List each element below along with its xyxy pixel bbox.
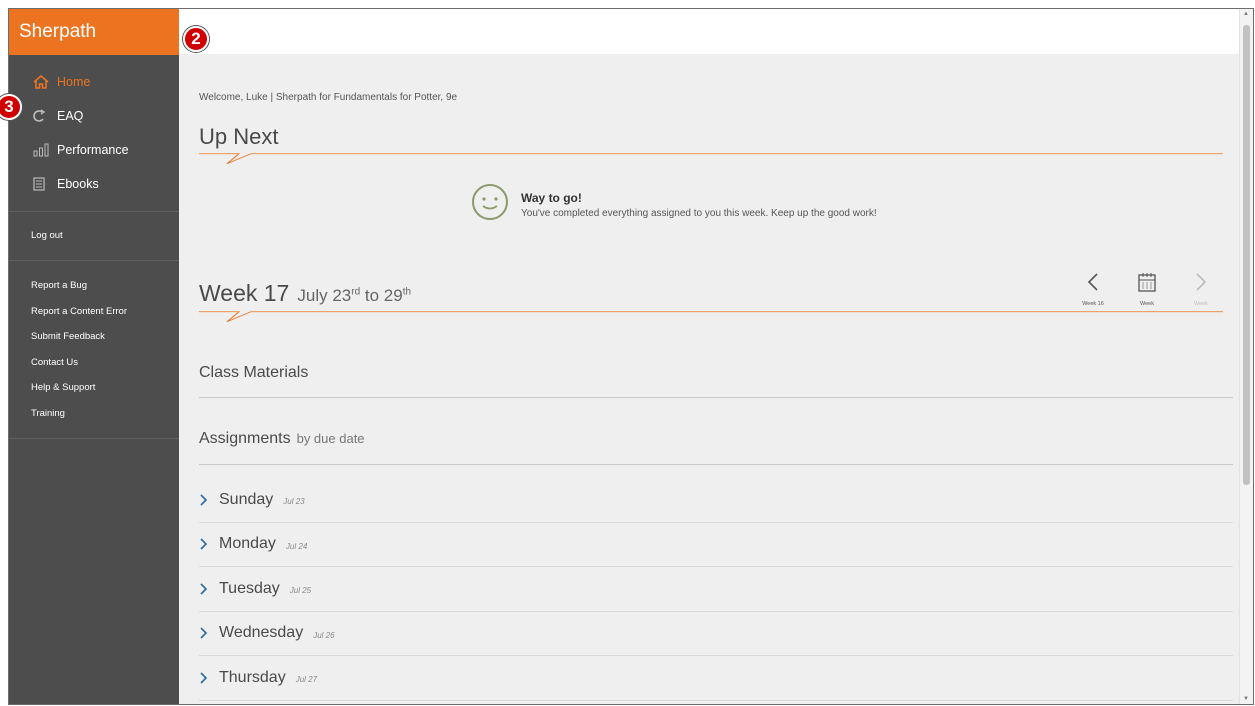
scroll-up-icon[interactable]: ▲ (1243, 11, 1249, 17)
eaq-icon (33, 109, 53, 123)
day-row-thursday[interactable]: Thursday Jul 27 (199, 656, 1233, 701)
week-title: Week 17 July 23rd to 29th (199, 280, 411, 307)
app-frame: Sherpath Home EAQ Performance Ebooks Log… (8, 8, 1254, 705)
week-end-suffix: th (402, 286, 412, 298)
day-row-wednesday[interactable]: Wednesday Jul 26 (199, 612, 1233, 656)
sidebar-item-eaq[interactable]: EAQ (9, 99, 179, 133)
day-name: Sunday (219, 490, 274, 508)
chevron-right-icon (199, 671, 217, 685)
day-date: Jul 25 (289, 586, 312, 596)
day-row-monday[interactable]: Monday Jul 24 (199, 523, 1233, 567)
day-row-sunday[interactable]: Sunday Jul 23 (199, 478, 1233, 523)
assignments-title: Assignments (199, 430, 291, 447)
assignments-header: Assignments by due date (199, 430, 1233, 465)
week-dates: July 23rd to 29th (297, 286, 411, 305)
top-bar (179, 9, 1239, 54)
week-number: Week 17 (199, 280, 290, 306)
callout-badge-2: 2 (183, 26, 209, 52)
chevron-right-icon (199, 493, 217, 507)
class-materials-title: Class Materials (199, 364, 309, 381)
logout-group: Log out (9, 212, 179, 260)
main-content: Welcome, Luke | Sherpath for Fundamental… (179, 9, 1239, 704)
scroll-down-icon[interactable]: ▼ (1243, 696, 1249, 702)
chevron-right-icon (199, 582, 217, 596)
sidebar-item-ebooks[interactable]: Ebooks (9, 167, 179, 201)
sidebar: Sherpath Home EAQ Performance Ebooks Log… (9, 9, 179, 704)
submit-feedback-link[interactable]: Submit Feedback (9, 324, 179, 350)
day-date: Jul 23 (283, 497, 305, 507)
bar-chart-icon (33, 143, 53, 157)
assignments-sort-label: by due date (296, 431, 365, 446)
divider (9, 438, 179, 439)
assignment-day-list: Sunday Jul 23 Monday Jul 24 Tuesday Jul … (199, 478, 1233, 701)
up-next-rule (199, 153, 1223, 164)
chevron-left-icon (1086, 272, 1100, 297)
help-support-link[interactable]: Help & Support (9, 375, 179, 401)
report-bug-link[interactable]: Report a Bug (9, 273, 179, 299)
prev-week-label: Week 16 (1082, 301, 1104, 307)
vertical-scrollbar[interactable]: ▲ ▼ (1239, 9, 1253, 704)
completion-subtext: You've completed everything assigned to … (521, 207, 877, 219)
day-row-tuesday[interactable]: Tuesday Jul 25 (199, 567, 1233, 612)
day-date: Jul 24 (285, 541, 308, 551)
completion-message: Way to go! You've completed everything a… (471, 183, 877, 226)
sidebar-item-label: Ebooks (57, 177, 99, 191)
brand-logo[interactable]: Sherpath (9, 9, 179, 55)
calendar-icon (1138, 272, 1156, 297)
book-icon (33, 177, 53, 191)
report-content-error-link[interactable]: Report a Content Error (9, 299, 179, 325)
next-week-button[interactable]: Week (1185, 272, 1217, 307)
class-materials-header[interactable]: Class Materials (199, 364, 1233, 398)
sidebar-item-label: Home (57, 75, 91, 89)
week-rule (199, 311, 1223, 322)
sidebar-nav: Home EAQ Performance Ebooks (9, 55, 179, 201)
welcome-text: Welcome, Luke | Sherpath for Fundamental… (199, 92, 458, 103)
completion-text: Way to go! You've completed everything a… (521, 191, 877, 219)
day-date: Jul 26 (313, 630, 335, 640)
week-start-suffix: rd (351, 286, 361, 298)
chevron-right-icon (199, 537, 217, 551)
week-end-date: to 29 (360, 286, 403, 305)
chevron-right-icon (1194, 272, 1208, 297)
home-icon (33, 75, 53, 89)
chevron-right-icon (199, 626, 217, 640)
completion-heading: Way to go! (521, 190, 582, 205)
day-name: Monday (219, 535, 276, 553)
sidebar-item-label: EAQ (57, 109, 84, 123)
up-next-title: Up Next (199, 124, 279, 149)
prev-week-button[interactable]: Week 16 (1077, 272, 1109, 307)
week-navigation: Week 16 Week Week (1077, 272, 1217, 307)
sidebar-item-performance[interactable]: Performance (9, 133, 179, 167)
support-links: Report a Bug Report a Content Error Subm… (9, 261, 179, 438)
day-name: Wednesday (219, 624, 304, 642)
next-week-label: Week (1194, 301, 1208, 307)
scroll-thumb[interactable] (1243, 25, 1250, 485)
sidebar-item-label: Performance (57, 143, 129, 157)
week-view-label: Week (1140, 301, 1154, 307)
logout-link[interactable]: Log out (9, 224, 179, 248)
day-name: Tuesday (219, 579, 280, 597)
smiley-icon (471, 183, 509, 226)
training-link[interactable]: Training (9, 401, 179, 427)
week-start-date: July 23 (297, 286, 352, 305)
contact-us-link[interactable]: Contact Us (9, 350, 179, 376)
week-view-button[interactable]: Week (1131, 272, 1163, 307)
day-date: Jul 27 (295, 675, 318, 685)
sidebar-item-home[interactable]: Home (9, 65, 179, 99)
day-name: Thursday (219, 668, 286, 686)
